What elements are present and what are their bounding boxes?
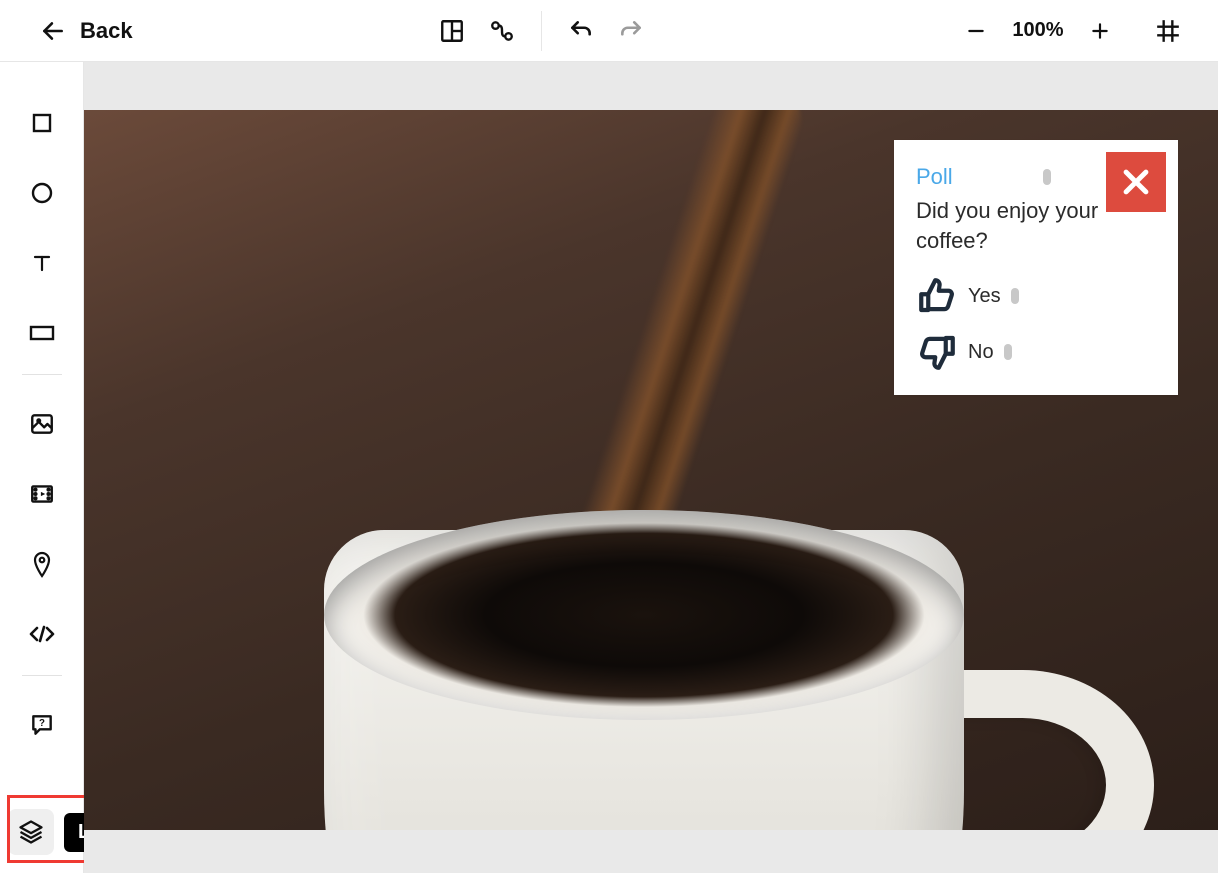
toolbar-divider [22, 675, 62, 676]
toolbar-divider [22, 374, 62, 375]
button-tool[interactable] [17, 298, 67, 368]
poll-close-button[interactable] [1106, 152, 1166, 212]
image-tool[interactable] [17, 389, 67, 459]
rectangle-tool[interactable] [17, 88, 67, 158]
undo-icon [568, 18, 594, 44]
arrow-left-icon [40, 18, 66, 44]
poll-option-yes[interactable]: Yes [916, 275, 1156, 317]
zoom-level[interactable]: 100% [1008, 19, 1068, 42]
layers-icon [17, 818, 45, 846]
back-button[interactable]: Back [40, 18, 133, 44]
toolbar-center-cluster [427, 6, 656, 56]
poll-title: Poll [916, 164, 953, 190]
canvas-area[interactable]: Poll Did you enjoy your coffee? Yes No [84, 62, 1218, 873]
thumbs-up-icon [916, 275, 958, 317]
layout-panel-button[interactable] [427, 6, 477, 56]
embed-tool[interactable] [17, 599, 67, 669]
artboard[interactable]: Poll Did you enjoy your coffee? Yes No [84, 110, 1218, 830]
redo-icon [618, 18, 644, 44]
drag-handle-icon[interactable] [1004, 344, 1012, 360]
poll-widget[interactable]: Poll Did you enjoy your coffee? Yes No [894, 140, 1178, 395]
left-toolbar: ? Layers [0, 62, 84, 873]
pin-tool[interactable] [17, 529, 67, 599]
text-tool[interactable] [17, 228, 67, 298]
poll-option-label: No [968, 341, 994, 364]
canvas-image-element [324, 510, 964, 720]
path-tool-icon [489, 18, 515, 44]
redo-button[interactable] [606, 6, 656, 56]
drag-handle-icon[interactable] [1011, 288, 1019, 304]
zoom-in-button[interactable] [1080, 11, 1120, 51]
layout-panel-icon [439, 18, 465, 44]
poll-question: Did you enjoy your coffee? [916, 196, 1116, 255]
oval-tool[interactable] [17, 158, 67, 228]
path-tool-button[interactable] [477, 6, 527, 56]
poll-options: Yes No [916, 275, 1156, 373]
undo-button[interactable] [556, 6, 606, 56]
top-toolbar: Back 100% [0, 0, 1218, 62]
button-icon [29, 324, 55, 342]
comment-icon: ? [29, 712, 55, 738]
image-icon [29, 411, 55, 437]
pin-icon [30, 550, 54, 578]
drag-handle-icon[interactable] [1043, 169, 1051, 185]
zoom-out-button[interactable] [956, 11, 996, 51]
poll-option-label: Yes [968, 285, 1001, 308]
canvas-image-element [954, 670, 1154, 830]
video-icon [29, 481, 55, 507]
grid-toggle-button[interactable] [1148, 11, 1188, 51]
close-icon [1119, 165, 1153, 199]
minus-icon [966, 21, 986, 41]
zoom-controls: 100% [956, 11, 1188, 51]
svg-text:?: ? [39, 718, 45, 729]
code-icon [28, 622, 56, 646]
plus-icon [1090, 21, 1110, 41]
square-icon [30, 111, 54, 135]
comment-tool[interactable]: ? [17, 690, 67, 760]
poll-option-no[interactable]: No [916, 331, 1156, 373]
thumbs-down-icon [916, 331, 958, 373]
circle-icon [30, 181, 54, 205]
toolbar-divider [541, 11, 542, 51]
video-tool[interactable] [17, 459, 67, 529]
grid-icon [1155, 18, 1181, 44]
text-icon [30, 251, 54, 275]
layers-button[interactable] [8, 809, 54, 855]
back-label: Back [80, 18, 133, 44]
